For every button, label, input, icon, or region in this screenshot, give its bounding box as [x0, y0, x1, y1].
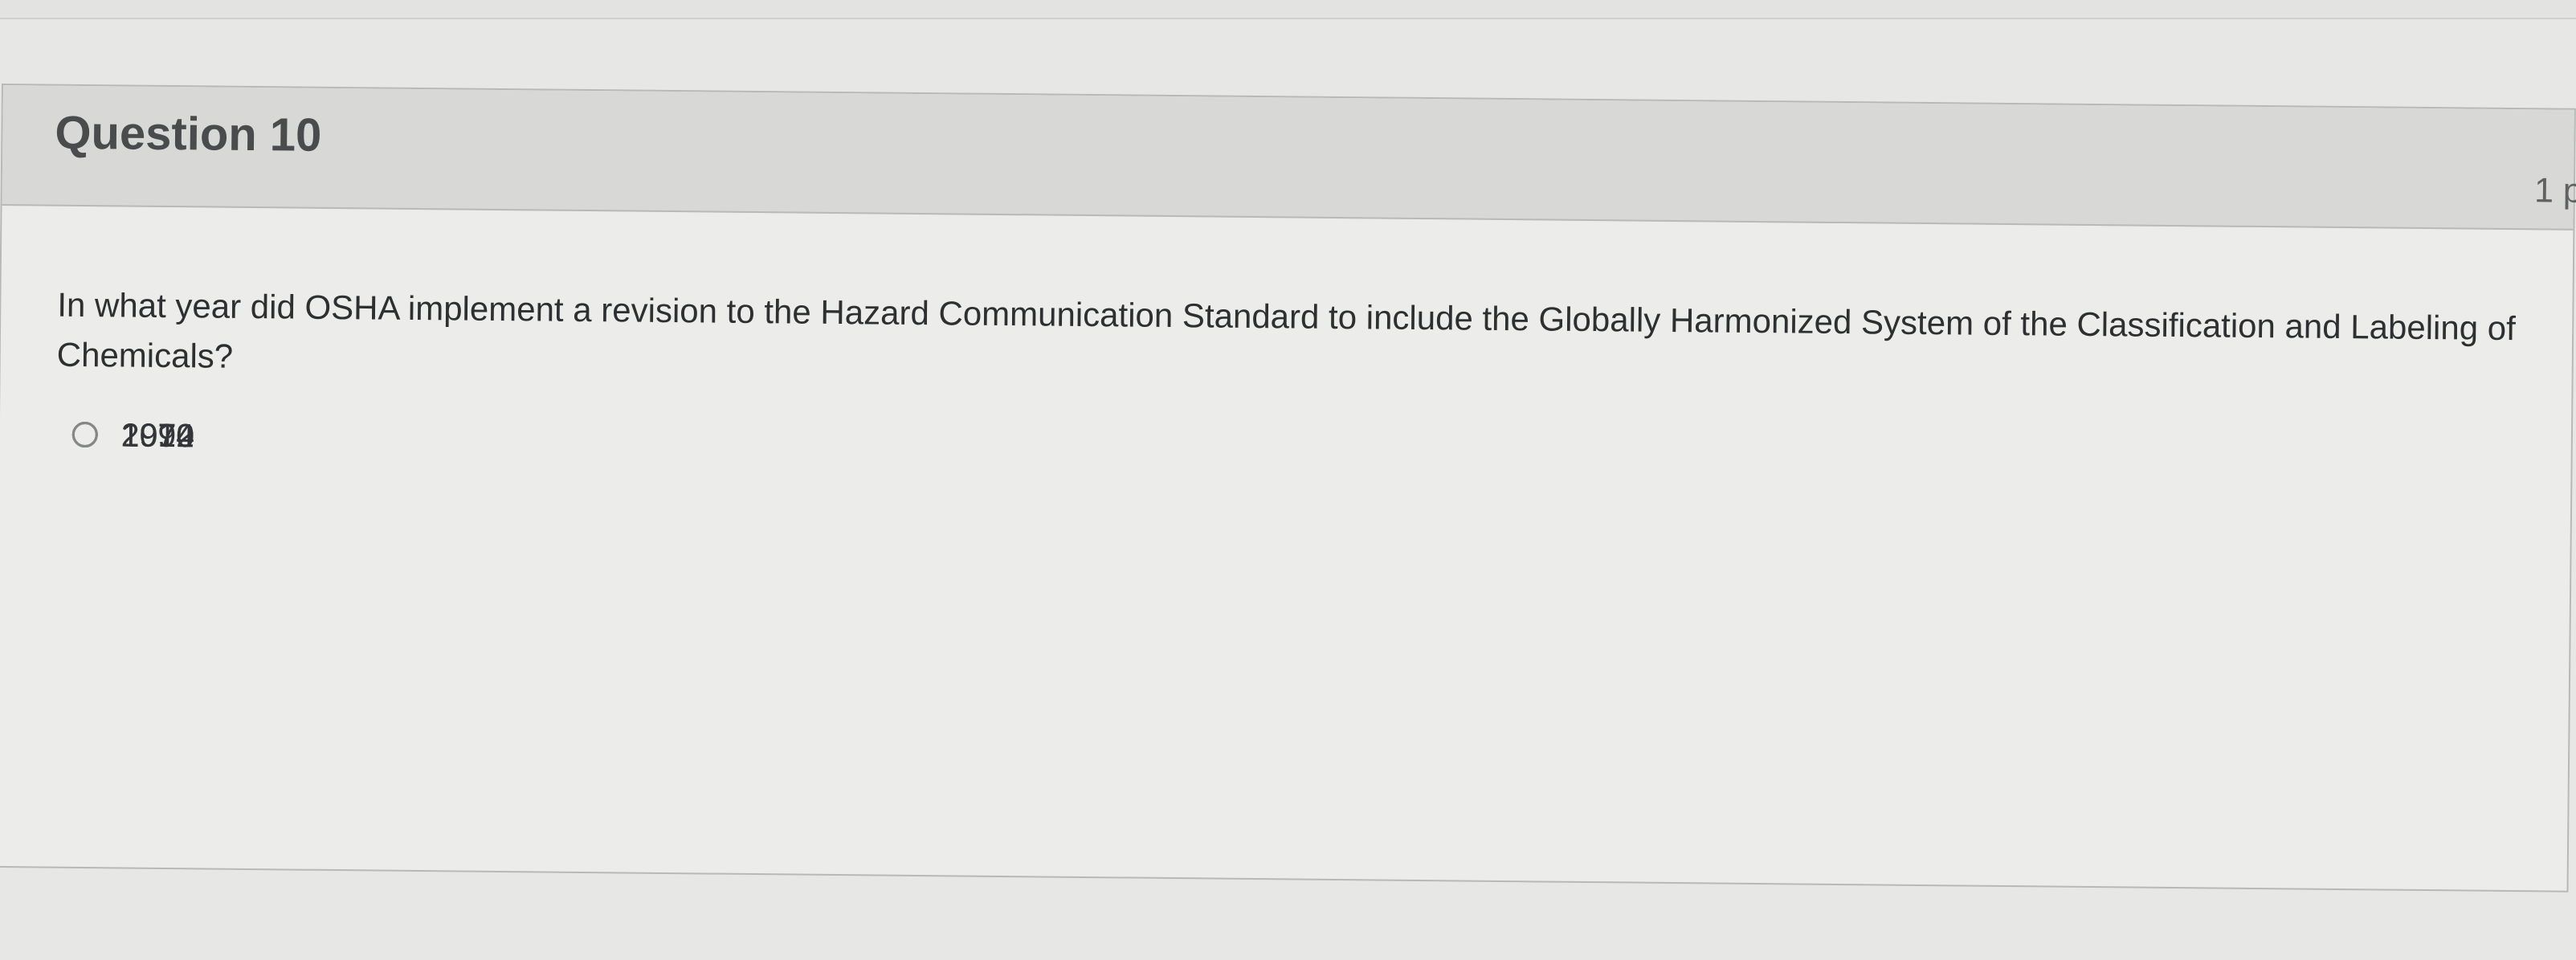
question-title: Question 10 [55, 106, 322, 161]
question-points: 1 p [2533, 171, 2576, 210]
question-prompt: In what year did OSHA implement a revisi… [56, 285, 2517, 375]
radio-unselected-icon[interactable] [71, 421, 98, 448]
question-body: In what year did OSHA implement a revisi… [0, 206, 2573, 894]
answer-label: 2012 [120, 416, 195, 455]
question-card: Question 10 1 p In what year did OSHA im… [0, 84, 2576, 893]
top-divider [0, 0, 2576, 19]
